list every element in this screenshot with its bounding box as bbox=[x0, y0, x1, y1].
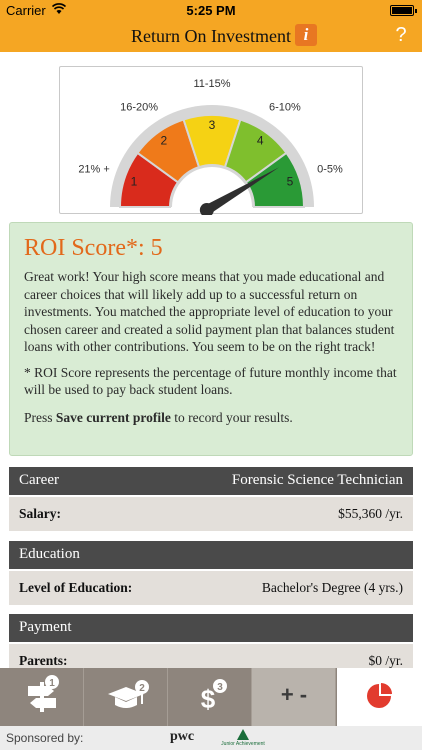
roi-result-panel: ROI Score*: 5 Great work! Your high scor… bbox=[9, 222, 413, 456]
sponsor-label: Sponsored by: bbox=[6, 731, 84, 745]
career-value: Forensic Science Technician bbox=[231, 472, 403, 488]
education-section-header[interactable]: Education bbox=[9, 541, 413, 569]
education-level-label: Level of Education: bbox=[19, 580, 133, 595]
tab-roi-results[interactable] bbox=[337, 668, 422, 726]
tab-education[interactable]: 2 bbox=[84, 668, 168, 726]
gauge-segment-number-2: 2 bbox=[160, 134, 167, 148]
pwc-logo: pwc bbox=[170, 729, 195, 744]
gauge-segment-number-3: 3 bbox=[209, 118, 216, 132]
save-profile-link: Save current profile bbox=[55, 409, 171, 425]
sponsor-bar: Sponsored by: pwc Junior Achievement bbox=[0, 726, 422, 750]
education-level-row: Level of Education: Bachelor's Degree (4… bbox=[9, 571, 413, 605]
pie-chart-icon bbox=[367, 683, 392, 708]
gauge-range-label-3: 11-15% bbox=[193, 78, 230, 90]
tab-plus-minus[interactable]: + - bbox=[252, 668, 336, 726]
tab-badge-3: 3 bbox=[217, 682, 223, 693]
parents-label: Parents: bbox=[19, 653, 68, 668]
info-icon[interactable]: i bbox=[295, 24, 317, 46]
career-section-header[interactable]: Career Forensic Science Technician bbox=[9, 467, 413, 495]
education-level-value: Bachelor's Degree (4 yrs.) bbox=[261, 580, 403, 595]
payment-header-label: Payment bbox=[19, 619, 72, 635]
roi-message: Great work! Your high score means that y… bbox=[24, 269, 395, 354]
career-signpost-icon: 1 bbox=[28, 675, 59, 712]
gauge-segment-number-1: 1 bbox=[131, 175, 138, 189]
battery-icon bbox=[390, 5, 417, 16]
junior-achievement-logo: Junior Achievement bbox=[218, 728, 268, 748]
roi-score-heading: ROI Score*: 5 bbox=[24, 235, 163, 261]
salary-value: $55,360 /yr. bbox=[338, 506, 403, 521]
junior-achievement-text: Junior Achievement bbox=[221, 741, 265, 747]
gauge-range-label-5: 0-5% bbox=[317, 164, 343, 176]
nav-bar: Return On Investment i ? bbox=[0, 22, 422, 52]
tab-career[interactable]: 1 bbox=[0, 668, 84, 726]
dollar-icon: $ 3 bbox=[201, 679, 227, 714]
roi-footnote: * ROI Score represents the percentage of… bbox=[24, 364, 397, 398]
gauge-range-label-4: 6-10% bbox=[269, 102, 301, 114]
salary-row: Salary: $55,360 /yr. bbox=[9, 497, 413, 531]
plus-minus-icon: + - bbox=[280, 682, 308, 707]
tab-payment[interactable]: $ 3 bbox=[168, 668, 252, 726]
tab-badge-1: 1 bbox=[49, 678, 55, 689]
save-instruction-suffix: to record your results. bbox=[170, 409, 293, 425]
graduation-cap-icon: 2 bbox=[108, 680, 149, 708]
education-header-label: Education bbox=[19, 546, 80, 562]
roi-gauge: 1 21% + 2 16-20% 3 11-15% 4 6-10% 5 0-5% bbox=[59, 66, 363, 215]
gauge-segment-number-5: 5 bbox=[287, 175, 294, 189]
gauge-graphic: 1 21% + 2 16-20% 3 11-15% 4 6-10% 5 0-5% bbox=[78, 78, 343, 215]
save-instruction-prefix: Press bbox=[24, 409, 56, 425]
gauge-range-label-1: 21% + bbox=[78, 164, 110, 176]
clock: 5:25 PM bbox=[186, 3, 236, 18]
page-title: Return On Investment bbox=[131, 26, 291, 46]
payment-section-header[interactable]: Payment bbox=[9, 614, 413, 642]
salary-label: Salary: bbox=[19, 506, 61, 521]
gauge-range-label-2: 16-20% bbox=[120, 102, 158, 114]
gauge-segment-number-4: 4 bbox=[257, 134, 264, 148]
top-bar: Carrier 5:25 PM Return On Investment i ? bbox=[0, 0, 422, 52]
tab-bar: 1 2 $ 3 + - bbox=[0, 668, 422, 726]
save-instruction: Press Save current profile to record you… bbox=[24, 409, 398, 427]
status-bar: Carrier 5:25 PM bbox=[0, 0, 422, 20]
parents-value: $0 /yr. bbox=[368, 653, 403, 668]
help-icon[interactable]: ? bbox=[390, 24, 412, 46]
career-header-label: Career bbox=[19, 472, 59, 488]
tab-badge-2: 2 bbox=[139, 683, 145, 694]
